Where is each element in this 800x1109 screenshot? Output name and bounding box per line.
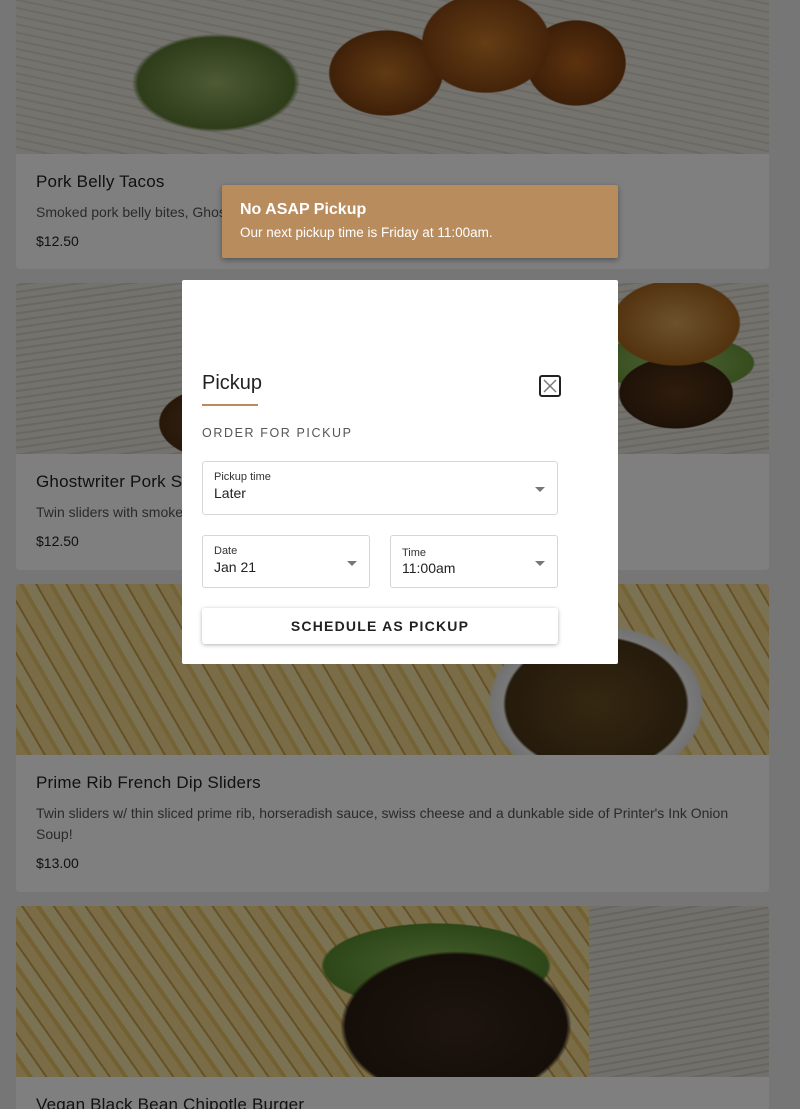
- pickup-modal: Pickup ORDER FOR PICKUP Pickup time Late…: [182, 280, 618, 664]
- toast-message: Our next pickup time is Friday at 11:00a…: [240, 225, 493, 240]
- close-icon: [543, 379, 557, 393]
- date-select[interactable]: Date Jan 21: [202, 535, 370, 588]
- pickup-time-label: Pickup time: [214, 471, 271, 483]
- chevron-down-icon: [347, 561, 357, 566]
- chevron-down-icon: [535, 561, 545, 566]
- time-select[interactable]: Time 11:00am: [390, 535, 558, 588]
- pickup-time-select[interactable]: Pickup time Later: [202, 461, 558, 515]
- pickup-time-value: Later: [214, 485, 246, 501]
- time-value: 11:00am: [402, 560, 456, 576]
- time-label: Time: [402, 547, 427, 559]
- section-label: ORDER FOR PICKUP: [202, 426, 353, 440]
- modal-title: Pickup: [202, 372, 263, 394]
- toast-title: No ASAP Pickup: [240, 201, 367, 218]
- date-label: Date: [214, 545, 238, 557]
- chevron-down-icon: [535, 487, 545, 492]
- schedule-pickup-button[interactable]: SCHEDULE AS PICKUP: [202, 608, 558, 644]
- title-underline: [202, 404, 258, 406]
- date-value: Jan 21: [214, 559, 257, 575]
- close-button[interactable]: [539, 375, 561, 397]
- notification-toast: No ASAP Pickup Our next pickup time is F…: [222, 185, 618, 258]
